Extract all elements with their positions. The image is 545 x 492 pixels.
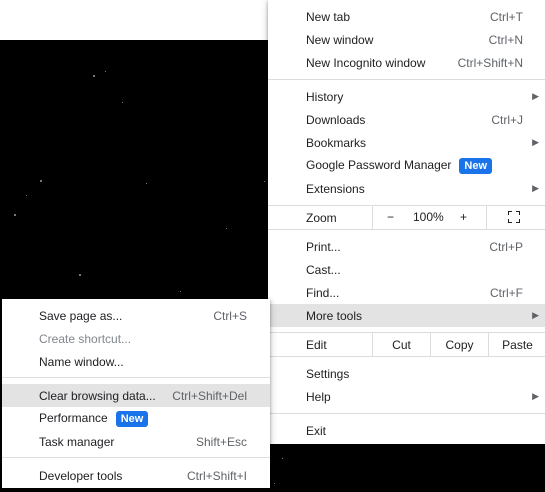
- menu-item-bookmarks[interactable]: Bookmarks ▶: [268, 131, 545, 154]
- shortcut-text: Ctrl+N: [488, 32, 523, 47]
- menu-item-label: Save page as...: [39, 308, 123, 323]
- shortcut-text: Ctrl+Shift+Del: [172, 388, 247, 403]
- menu-item-history[interactable]: History ▶: [268, 85, 545, 108]
- star: [105, 71, 106, 72]
- menu-item-label: New tab: [306, 9, 351, 24]
- menu-item-downloads[interactable]: Downloads Ctrl+J: [268, 108, 545, 131]
- shortcut-text: Ctrl+Shift+N: [457, 55, 523, 70]
- menu-item-new-incognito-window[interactable]: New Incognito window Ctrl+Shift+N: [268, 51, 545, 74]
- shortcut-text: Ctrl+Shift+I: [186, 468, 247, 483]
- shortcut-text: Ctrl+P: [489, 239, 523, 254]
- menu-separator: [2, 377, 270, 378]
- arrow-right-icon: ▶: [532, 137, 539, 147]
- menu-item-label: Clear browsing data...: [39, 388, 156, 403]
- star: [122, 102, 123, 103]
- edit-label: Edit: [306, 338, 327, 352]
- menu-item-label: Google Password Manager New: [306, 157, 493, 174]
- menu-separator: [268, 413, 545, 414]
- menu-item-help[interactable]: Help ▶: [268, 385, 545, 408]
- star: [26, 195, 27, 196]
- star: [40, 180, 42, 182]
- fullscreen-icon[interactable]: [508, 211, 520, 223]
- star: [282, 458, 283, 459]
- zoom-level: 100%: [413, 210, 444, 224]
- menu-item-clear-browsing-data[interactable]: Clear browsing data... Ctrl+Shift+Del: [2, 384, 270, 407]
- zoom-out-button[interactable]: −: [387, 210, 394, 224]
- chrome-main-menu: New tab Ctrl+T New window Ctrl+N New Inc…: [268, 0, 545, 444]
- menu-item-label: Performance New: [39, 410, 149, 427]
- shortcut-text: Ctrl+J: [491, 112, 523, 127]
- menu-item-performance[interactable]: Performance New: [2, 407, 270, 430]
- menu-item-create-shortcut[interactable]: Create shortcut...: [2, 327, 270, 350]
- shortcut-text: Ctrl+S: [213, 308, 247, 323]
- menu-item-task-manager[interactable]: Task manager Shift+Esc: [2, 430, 270, 453]
- menu-item-label: More tools: [306, 308, 363, 323]
- star: [93, 75, 95, 77]
- zoom-label: Zoom: [306, 211, 337, 225]
- menu-item-google-password-manager[interactable]: Google Password Manager New: [268, 154, 545, 177]
- star: [14, 214, 16, 216]
- arrow-right-icon: ▶: [532, 183, 539, 193]
- zoom-row: Zoom − 100% +: [268, 206, 545, 229]
- star: [264, 181, 265, 182]
- menu-item-label: Exit: [306, 423, 327, 438]
- star: [226, 228, 227, 229]
- menu-item-more-tools[interactable]: More tools ▶: [268, 304, 545, 327]
- menu-item-label: Create shortcut...: [39, 331, 132, 346]
- paste-button[interactable]: Paste: [488, 333, 545, 356]
- edit-row: Edit Cut Copy Paste: [268, 333, 545, 356]
- arrow-right-icon: ▶: [532, 391, 539, 401]
- menu-item-label: Bookmarks: [306, 135, 367, 150]
- shortcut-text: Ctrl+T: [490, 9, 523, 24]
- menu-item-label: Name window...: [39, 354, 124, 369]
- menu-separator: [2, 457, 270, 458]
- arrow-right-icon: ▶: [532, 310, 539, 320]
- menu-item-settings[interactable]: Settings: [268, 362, 545, 385]
- new-badge: New: [459, 157, 493, 174]
- menu-item-label: Print...: [306, 239, 341, 254]
- menu-item-print[interactable]: Print... Ctrl+P: [268, 235, 545, 258]
- menu-item-exit[interactable]: Exit: [268, 419, 545, 442]
- menu-item-cast[interactable]: Cast...: [268, 258, 545, 281]
- menu-item-text: Performance: [39, 410, 108, 425]
- cut-button[interactable]: Cut: [372, 333, 430, 356]
- menu-item-label: Cast...: [306, 262, 341, 277]
- menu-item-label: New Incognito window: [306, 55, 426, 70]
- menu-item-label: History: [306, 89, 344, 104]
- menu-item-new-tab[interactable]: New tab Ctrl+T: [268, 5, 545, 28]
- menu-item-name-window[interactable]: Name window...: [2, 350, 270, 373]
- zoom-divider: [372, 206, 373, 229]
- star: [274, 483, 275, 484]
- shortcut-text: Ctrl+F: [490, 285, 523, 300]
- menu-separator: [268, 356, 545, 357]
- star: [180, 291, 181, 292]
- menu-item-find[interactable]: Find... Ctrl+F: [268, 281, 545, 304]
- menu-item-label: Extensions: [306, 181, 365, 196]
- menu-item-label: Find...: [306, 285, 340, 300]
- zoom-divider: [486, 206, 487, 229]
- shortcut-text: Shift+Esc: [195, 434, 247, 449]
- arrow-right-icon: ▶: [532, 91, 539, 101]
- menu-item-label: Settings: [306, 366, 350, 381]
- menu-item-label: New window: [306, 32, 374, 47]
- copy-button[interactable]: Copy: [430, 333, 488, 356]
- star: [79, 274, 81, 276]
- menu-item-new-window[interactable]: New window Ctrl+N: [268, 28, 545, 51]
- new-badge: New: [115, 410, 149, 427]
- menu-separator: [268, 229, 545, 230]
- menu-item-text: Google Password Manager: [306, 157, 452, 172]
- menu-item-extensions[interactable]: Extensions ▶: [268, 177, 545, 200]
- menu-item-save-page-as[interactable]: Save page as... Ctrl+S: [2, 304, 270, 327]
- more-tools-submenu: Save page as... Ctrl+S Create shortcut..…: [2, 299, 270, 488]
- zoom-in-button[interactable]: +: [460, 210, 467, 224]
- menu-item-label: Downloads: [306, 112, 366, 127]
- menu-item-label: Task manager: [39, 434, 115, 449]
- menu-separator: [268, 79, 545, 80]
- menu-item-label: Help: [306, 389, 331, 404]
- star: [146, 183, 147, 184]
- menu-item-developer-tools[interactable]: Developer tools Ctrl+Shift+I: [2, 464, 270, 487]
- menu-item-label: Developer tools: [39, 468, 123, 483]
